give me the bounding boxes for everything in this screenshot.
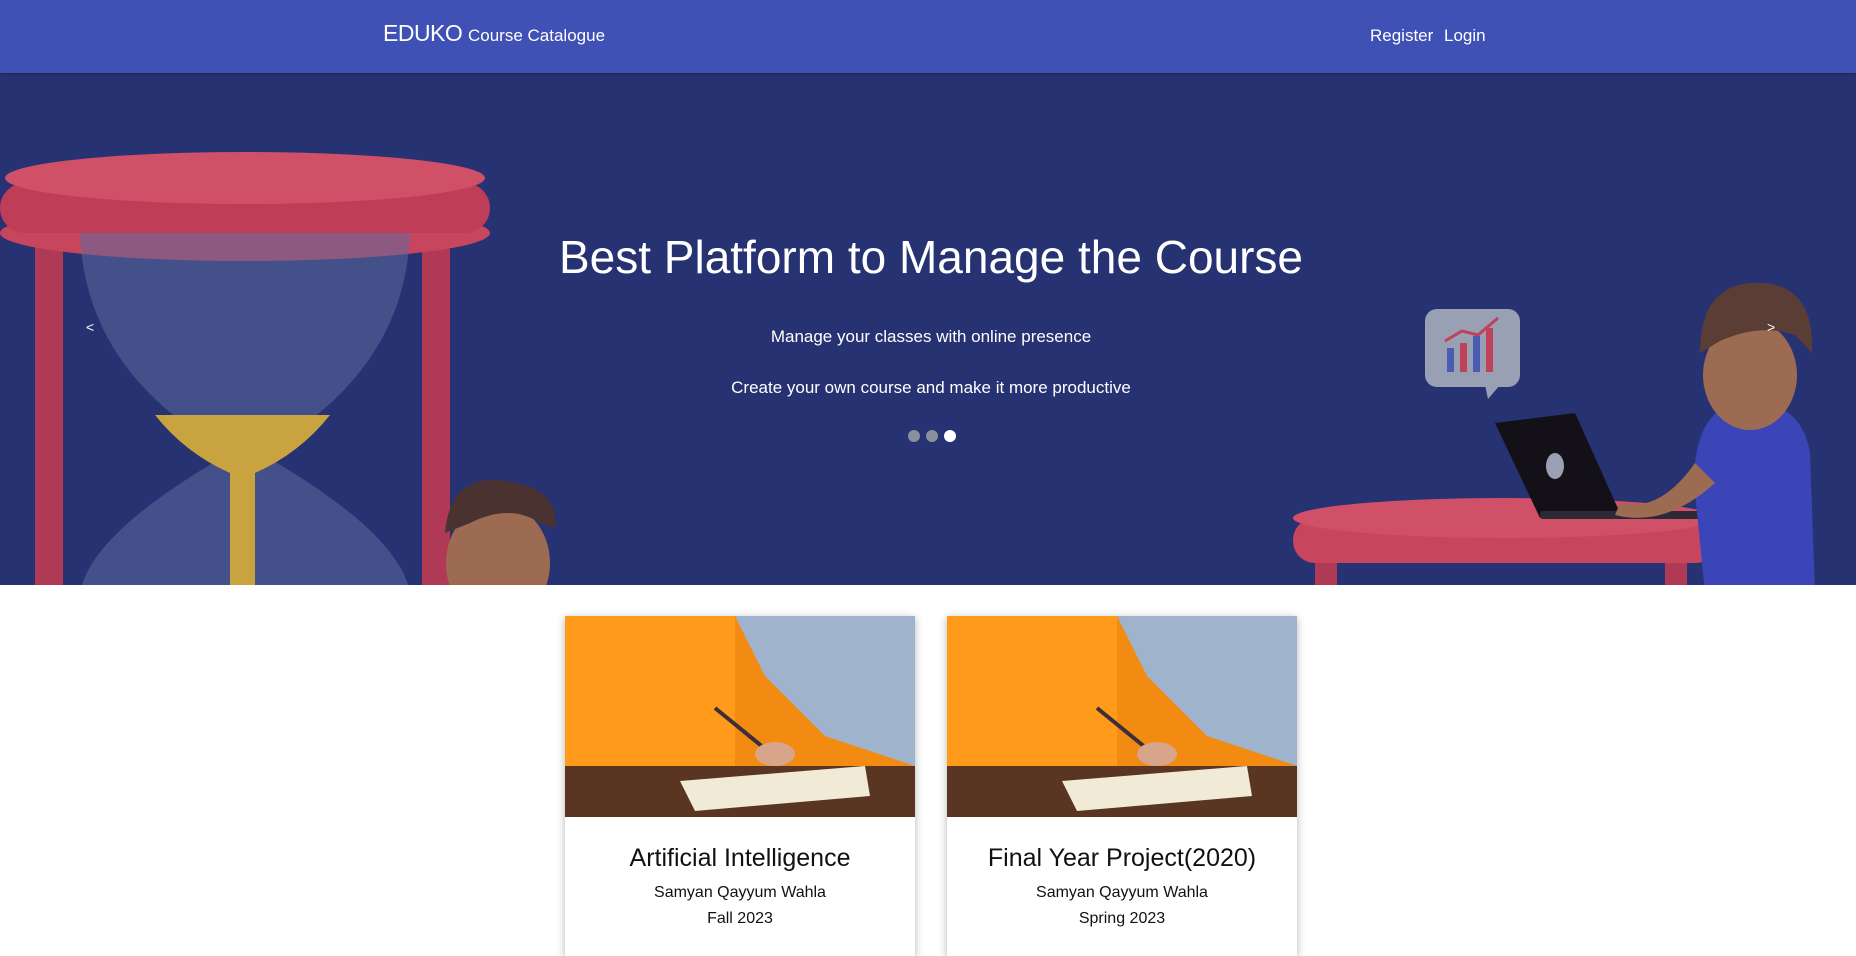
carousel-indicators	[908, 430, 956, 442]
course-title[interactable]: Final Year Project(2020)	[947, 844, 1297, 873]
top-navbar: EDUKO Course Catalogue Register Login	[0, 0, 1856, 73]
carousel-next-button[interactable]: >	[1767, 319, 1775, 335]
nav-login[interactable]: Login	[1444, 26, 1486, 46]
course-instructor: Samyan Qayyum Wahla	[654, 884, 826, 901]
nav-course-catalogue[interactable]: Course Catalogue	[468, 26, 605, 46]
carousel-indicator-2[interactable]	[926, 430, 938, 442]
course-image	[947, 616, 1297, 817]
nav-register[interactable]: Register	[1370, 26, 1433, 46]
carousel-indicator-3[interactable]	[944, 430, 956, 442]
course-card[interactable]: Final Year Project(2020) Samyan Qayyum W…	[947, 616, 1297, 956]
hero-carousel: Best Platform to Manage the Course Manag…	[0, 73, 1856, 585]
hero-subtitle-1: Manage your classes with online presence	[770, 327, 1092, 346]
character-head-illustration	[445, 480, 556, 585]
course-title[interactable]: Artificial Intelligence	[565, 844, 915, 873]
hero-subtitle-2: Create your own course and make it more …	[731, 378, 1131, 397]
course-image	[565, 616, 915, 817]
carousel-indicator-1[interactable]	[908, 430, 920, 442]
hourglass-illustration	[0, 152, 490, 585]
hero-title: Best Platform to Manage the Course	[558, 231, 1304, 283]
course-term: Fall 2023	[707, 910, 773, 927]
brand-logo[interactable]: EDUKO	[383, 20, 463, 47]
course-card[interactable]: Artificial Intelligence Samyan Qayyum Wa…	[565, 616, 915, 956]
course-instructor: Samyan Qayyum Wahla	[1036, 884, 1208, 901]
carousel-prev-button[interactable]: <	[86, 319, 94, 335]
course-term: Spring 2023	[1078, 910, 1166, 927]
